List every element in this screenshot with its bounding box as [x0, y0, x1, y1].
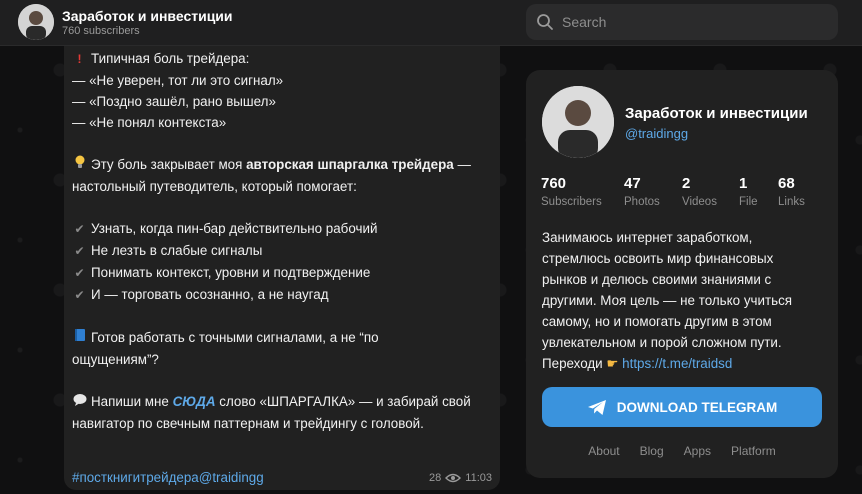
pain-intro: Эту боль закрывает моя [91, 157, 247, 172]
check-item: И — торговать осознанно, а не наугад [91, 287, 329, 302]
search-placeholder: Search [562, 14, 607, 30]
cta-pre: Напиши мне [91, 394, 173, 409]
book-icon [72, 328, 87, 349]
bulb-icon [72, 155, 87, 176]
post-meta: 28 11:03 [429, 472, 492, 484]
post-body: ! Типичная боль трейдера: — «Не уверен, т… [72, 48, 492, 434]
check-icon: ✔ [74, 288, 85, 302]
ready-line-2: ощущениям”? [72, 352, 159, 367]
stat-links[interactable]: 68 Links [778, 175, 805, 208]
stat-files[interactable]: 1 File [739, 175, 758, 208]
footer-link-apps[interactable]: Apps [684, 444, 711, 458]
channel-avatar[interactable] [18, 4, 54, 40]
footer-link-about[interactable]: About [588, 444, 619, 458]
stat-subscribers: 760 Subscribers [541, 175, 602, 208]
post-hashtag[interactable]: #посткнигитрейдера@traidingg [72, 470, 264, 485]
channel-card-avatar [542, 86, 614, 158]
check-icon: ✔ [74, 266, 85, 280]
cta-link[interactable]: СЮДА [173, 394, 216, 409]
desc-line: рынков и делюсь своими знаниями с [542, 272, 772, 287]
channel-info-card: Заработок и инвестиции @traidingg 760 Sub… [526, 70, 838, 478]
check-item: Понимать контекст, уровни и подтверждени… [91, 265, 371, 280]
download-telegram-button[interactable]: DOWNLOAD TELEGRAM [542, 387, 822, 427]
footer-links: About Blog Apps Platform [526, 444, 838, 458]
channel-description: Занимаюсь интернет заработком, стремлюсь… [542, 227, 824, 374]
search-icon [537, 14, 553, 30]
stat-photos[interactable]: 47 Photos [624, 175, 660, 208]
post-line: — «Поздно зашёл, рано вышел» [72, 94, 276, 109]
desc-line: стремлюсь освоить мир финансовых [542, 251, 774, 266]
subscriber-count: 760 subscribers [62, 25, 140, 37]
telegram-icon [587, 399, 606, 415]
post-time: 11:03 [465, 472, 492, 484]
check-icon: ✔ [74, 222, 85, 236]
channel-stats: 760 Subscribers 47 Photos 2 Videos 1 File 68… [541, 175, 831, 215]
desc-last-pre: Переходи [542, 356, 603, 371]
speech-icon [72, 392, 87, 413]
check-item: Не лезть в слабые сигналы [91, 243, 263, 258]
stat-videos[interactable]: 2 Videos [682, 175, 717, 208]
pain-line-2: настольный путеводитель, который помогае… [72, 179, 357, 194]
pointing-hand-icon: ☛ [606, 356, 619, 371]
view-count: 28 [429, 472, 442, 484]
footer-link-platform[interactable]: Platform [731, 444, 776, 458]
check-icon: ✔ [74, 244, 85, 258]
channel-post: ! Типичная боль трейдера: — «Не уверен, т… [64, 46, 500, 490]
desc-line: самому, но и помогать другим в этом [542, 314, 772, 329]
pain-bold: авторская шпаргалка трейдера [246, 157, 454, 172]
ready-line-1: Готов работать с точными сигналами, а не… [91, 330, 379, 345]
search-input[interactable]: Search [526, 4, 838, 40]
card-channel-name: Заработок и инвестиции [625, 105, 808, 122]
exclamation-icon: ! [77, 52, 82, 66]
channel-title[interactable]: Заработок и инвестиции [62, 8, 233, 24]
download-label: DOWNLOAD TELEGRAM [616, 399, 778, 415]
footer-link-blog[interactable]: Blog [640, 444, 664, 458]
eye-icon [445, 473, 462, 483]
desc-line: увлекательном и порой сложном пути. [542, 335, 782, 350]
post-line: — «Не понял контекста» [72, 115, 227, 130]
channel-link[interactable]: https://t.me/traidsd [622, 356, 732, 371]
check-item: Узнать, когда пин-бар действительно рабо… [91, 221, 378, 236]
desc-line: Занимаюсь интернет заработком, [542, 230, 753, 245]
pain-tail: — [453, 157, 471, 172]
channel-header: Заработок и инвестиции 760 subscribers S… [0, 0, 862, 46]
cta-post: слово «ШПАРГАЛКА» — и забирай свой [215, 394, 471, 409]
desc-line: другими. Моя цель — не только учиться [542, 293, 793, 308]
card-channel-handle[interactable]: @traidingg [625, 126, 688, 141]
post-line: Типичная боль трейдера: [91, 51, 250, 66]
post-line: — «Не уверен, тот ли это сигнал» [72, 73, 284, 88]
cta-line-2: навигатор по свечным паттернам и трейдин… [72, 416, 424, 431]
